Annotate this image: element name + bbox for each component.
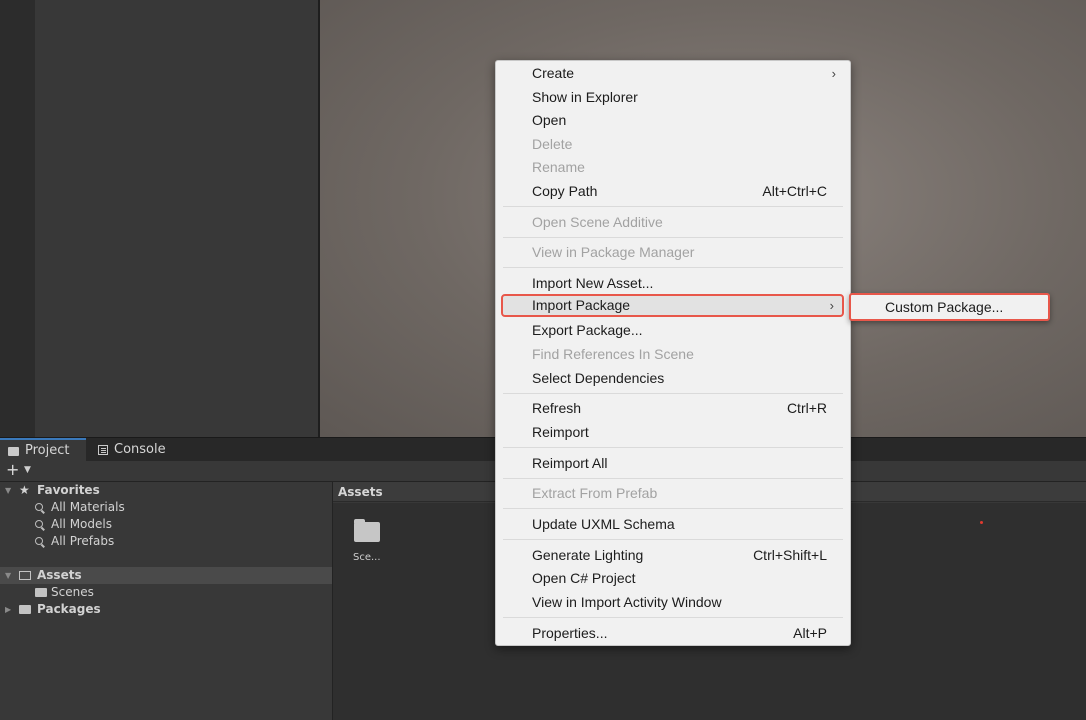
menu-item-import-new-asset[interactable]: Import New Asset... xyxy=(496,272,850,295)
menu-separator xyxy=(503,539,843,540)
submenu-item-label: Custom Package... xyxy=(885,299,1004,315)
tree-item-all-prefabs[interactable]: All Prefabs xyxy=(0,533,332,550)
left-panel xyxy=(0,0,35,437)
menu-item-properties[interactable]: Properties... Alt+P xyxy=(496,622,850,645)
folder-icon xyxy=(8,446,19,456)
chevron-right-icon: › xyxy=(831,66,836,81)
menu-separator xyxy=(503,267,843,268)
menu-item-find-references: Find References In Scene xyxy=(532,346,694,362)
menu-item-copy-path[interactable]: Copy Path Alt+Ctrl+C xyxy=(496,180,850,203)
tree-label: Assets xyxy=(37,568,82,582)
menu-separator xyxy=(503,617,843,618)
folder-icon xyxy=(35,588,47,597)
folder-caption: Sce... xyxy=(353,552,381,563)
hierarchy-panel xyxy=(35,0,320,437)
tree-label: Scenes xyxy=(51,585,94,599)
folder-icon[interactable] xyxy=(354,519,380,542)
menu-item-import-package[interactable]: Import Package › xyxy=(501,294,844,317)
tab-console-label: Console xyxy=(114,442,166,457)
shortcut-label: Ctrl+R xyxy=(786,400,827,416)
menu-item-export-package[interactable]: Export Package... xyxy=(496,319,850,342)
shortcut-label: Ctrl+Shift+L xyxy=(753,547,827,563)
menu-item-rename: Rename xyxy=(532,159,585,175)
search-icon xyxy=(35,503,43,511)
caret-down-icon[interactable]: ▼ xyxy=(24,465,31,475)
tree-label: Packages xyxy=(37,602,101,616)
menu-item-extract-from-prefab: Extract From Prefab xyxy=(532,485,658,501)
tab-project-label: Project xyxy=(25,443,70,458)
context-menu: Create › Show in Explorer Open Delete Re… xyxy=(495,60,851,646)
menu-separator xyxy=(503,478,843,479)
triangle-down-icon[interactable]: ▼ xyxy=(5,567,11,584)
menu-separator xyxy=(503,393,843,394)
menu-item-view-import-activity[interactable]: View in Import Activity Window xyxy=(496,591,850,614)
menu-item-generate-lighting[interactable]: Generate Lighting Ctrl+Shift+L xyxy=(496,544,850,567)
tree-label: Favorites xyxy=(37,483,100,497)
console-icon xyxy=(98,445,108,455)
shortcut-label: Alt+Ctrl+C xyxy=(762,183,827,199)
tab-console[interactable]: Console xyxy=(96,438,166,462)
menu-item-show-in-explorer[interactable]: Show in Explorer xyxy=(496,86,850,109)
menu-separator xyxy=(503,237,843,238)
search-icon xyxy=(35,537,43,545)
tree-item-favorites[interactable]: ▼ ★ Favorites xyxy=(0,482,332,499)
triangle-down-icon[interactable]: ▼ xyxy=(5,482,11,499)
search-icon xyxy=(35,520,43,528)
menu-separator xyxy=(503,447,843,448)
chevron-right-icon: › xyxy=(829,298,834,313)
tab-project[interactable]: Project xyxy=(0,438,86,462)
menu-item-delete: Delete xyxy=(532,136,573,152)
tree-item-scenes[interactable]: Scenes xyxy=(0,584,332,601)
project-tree: ▼ ★ Favorites All Materials All Models A… xyxy=(0,482,333,720)
menu-separator xyxy=(503,206,843,207)
folder-open-icon xyxy=(19,571,31,580)
triangle-right-icon[interactable]: ▶ xyxy=(5,601,11,618)
tree-item-assets[interactable]: ▼ Assets xyxy=(0,567,332,584)
menu-item-reimport[interactable]: Reimport xyxy=(496,421,850,444)
menu-item-open[interactable]: Open xyxy=(496,109,850,132)
menu-separator xyxy=(503,508,843,509)
tree-item-all-materials[interactable]: All Materials xyxy=(0,499,332,516)
add-button[interactable]: + xyxy=(6,461,19,481)
menu-item-update-uxml-schema[interactable]: Update UXML Schema xyxy=(496,513,850,536)
menu-item-refresh[interactable]: Refresh Ctrl+R xyxy=(496,397,850,420)
tree-label: All Prefabs xyxy=(51,534,115,548)
submenu-custom-package[interactable]: Custom Package... xyxy=(849,293,1050,321)
menu-item-create[interactable]: Create › xyxy=(496,62,850,85)
menu-item-reimport-all[interactable]: Reimport All xyxy=(496,452,850,475)
menu-item-open-scene-additive: Open Scene Additive xyxy=(532,214,663,230)
folder-icon xyxy=(19,605,31,614)
menu-item-view-in-package-manager: View in Package Manager xyxy=(532,244,695,260)
tree-label: All Models xyxy=(51,517,112,531)
star-icon: ★ xyxy=(19,483,30,497)
menu-item-select-dependencies[interactable]: Select Dependencies xyxy=(496,367,850,390)
shortcut-label: Alt+P xyxy=(793,625,827,641)
tree-item-all-models[interactable]: All Models xyxy=(0,516,332,533)
tree-item-packages[interactable]: ▶ Packages xyxy=(0,601,332,618)
tree-label: All Materials xyxy=(51,500,125,514)
menu-item-open-csharp-project[interactable]: Open C# Project xyxy=(496,567,850,590)
red-dot xyxy=(980,521,983,524)
